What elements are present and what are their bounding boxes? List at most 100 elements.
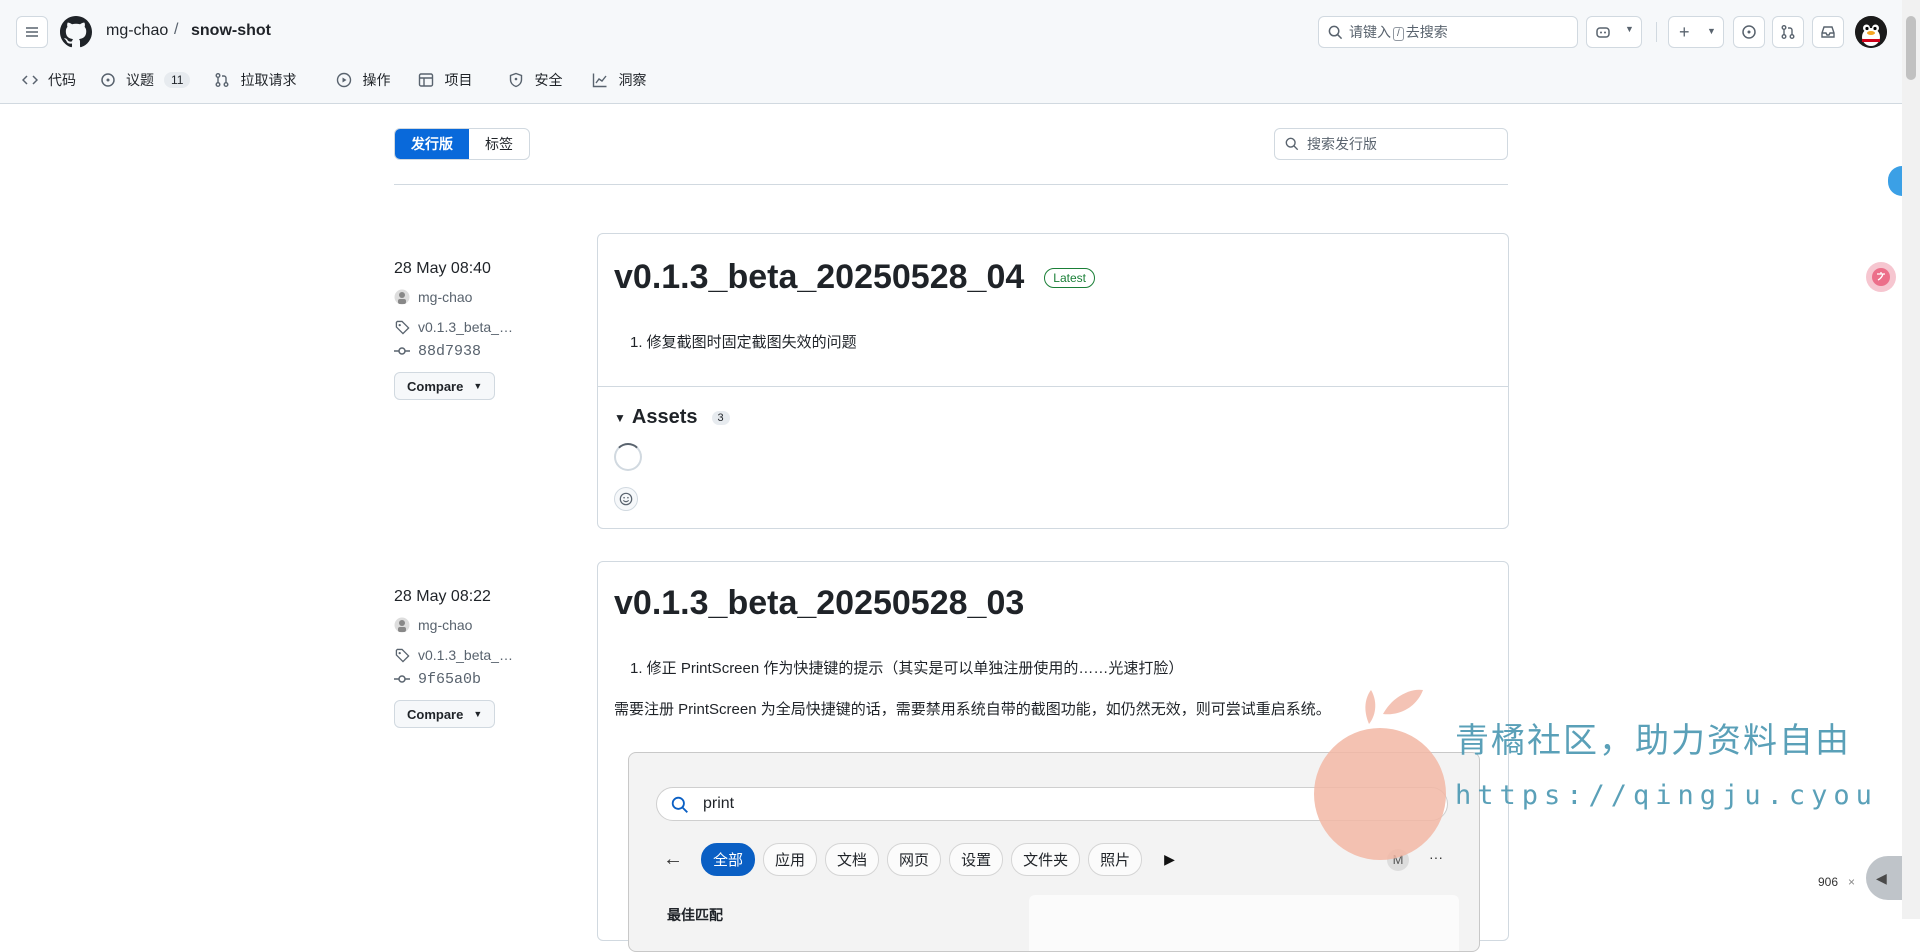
release-title[interactable]: v0.1.3_beta_20250528_03 bbox=[614, 584, 1492, 623]
triangle-down-icon: ▼ bbox=[614, 410, 626, 425]
watermark-url: https://qingju.cyou bbox=[1455, 780, 1878, 811]
inbox-button[interactable] bbox=[1812, 16, 1844, 48]
chip: 应用 bbox=[763, 843, 818, 876]
compare-button[interactable]: Compare ▼ bbox=[394, 700, 496, 728]
compare-label: Compare bbox=[407, 706, 464, 722]
issue-icon bbox=[100, 72, 116, 88]
copilot-button[interactable]: ▼ bbox=[1586, 16, 1642, 48]
create-new-button[interactable]: + ▼ bbox=[1668, 16, 1724, 48]
author-name: mg-chao bbox=[418, 289, 473, 305]
hamburger-icon bbox=[26, 27, 38, 37]
divider bbox=[394, 184, 1508, 185]
pull-request-icon bbox=[214, 72, 230, 88]
chevron-down-icon: ▼ bbox=[1707, 26, 1716, 36]
tab-actions-label: 操作 bbox=[362, 72, 391, 88]
release-tag[interactable]: v0.1.3_beta_… bbox=[394, 646, 513, 664]
card-divider bbox=[598, 386, 1508, 387]
pull-request-icon bbox=[1781, 25, 1795, 39]
search-suffix: 去搜索 bbox=[1405, 24, 1448, 40]
tab-issues[interactable]: 议题 11 bbox=[100, 70, 191, 90]
chevron-down-icon: ▼ bbox=[473, 709, 483, 719]
counter-value: 906 bbox=[1818, 875, 1839, 889]
release-date: 28 May 08:40 bbox=[394, 260, 491, 277]
add-reaction-button[interactable] bbox=[614, 487, 638, 511]
penguin-avatar-icon bbox=[1855, 16, 1887, 48]
tab-insights[interactable]: 洞察 bbox=[592, 70, 646, 90]
tab-security[interactable]: 安全 bbox=[508, 70, 562, 90]
global-search-input[interactable]: 请键入 / 去搜索 bbox=[1318, 16, 1578, 48]
release-title-text: v0.1.3_beta_20250528_04 bbox=[614, 258, 1025, 296]
repo-owner-link[interactable]: mg-chao bbox=[106, 22, 168, 40]
tag-icon bbox=[394, 320, 410, 335]
release-search-placeholder: 搜索发行版 bbox=[1307, 136, 1377, 152]
assets-toggle[interactable]: ▼ Assets 3 bbox=[614, 406, 730, 429]
release-commit[interactable]: 88d7938 bbox=[394, 342, 513, 360]
image-filter-chips: ← 全部 应用 文档 网页 设置 文件夹 照片 ▶ bbox=[663, 843, 1175, 876]
watermark-logo-icon bbox=[1314, 689, 1446, 860]
author-name: mg-chao bbox=[418, 617, 473, 633]
code-icon bbox=[22, 72, 38, 88]
play-icon: ▶ bbox=[1164, 851, 1175, 867]
shield-icon bbox=[508, 72, 524, 88]
tab-code[interactable]: 代码 bbox=[22, 70, 76, 90]
assets-count-badge: 3 bbox=[711, 410, 730, 425]
floating-sidebar-tab[interactable] bbox=[1888, 166, 1902, 196]
search-icon bbox=[1285, 137, 1299, 151]
tab-security-label: 安全 bbox=[534, 72, 563, 88]
global-header: mg-chao / snow-shot 请键入 / 去搜索 ▼ + ▼ 代码 议题 … bbox=[0, 0, 1902, 104]
release-search-input[interactable]: 搜索发行版 bbox=[1274, 128, 1508, 160]
close-icon[interactable]: × bbox=[1848, 875, 1855, 889]
search-shortcut-key: / bbox=[1393, 27, 1404, 41]
avatar bbox=[394, 289, 410, 305]
compare-button[interactable]: Compare ▼ bbox=[394, 372, 496, 400]
release-title-text: v0.1.3_beta_20250528_03 bbox=[614, 584, 1025, 622]
github-logo-icon[interactable] bbox=[60, 16, 92, 48]
release-title[interactable]: v0.1.3_beta_20250528_04 Latest bbox=[614, 258, 1492, 297]
tab-code-label: 代码 bbox=[48, 72, 76, 88]
release-author[interactable]: mg-chao bbox=[394, 616, 513, 634]
issue-icon bbox=[1742, 25, 1756, 39]
assets-label: Assets bbox=[631, 406, 698, 428]
tag-icon bbox=[394, 648, 410, 663]
menu-button[interactable] bbox=[16, 16, 48, 48]
search-prefix: 请键入 bbox=[1349, 24, 1391, 40]
tab-actions[interactable]: 操作 bbox=[336, 70, 390, 90]
release-author[interactable]: mg-chao bbox=[394, 288, 513, 306]
best-match-label: 最佳匹配 bbox=[667, 907, 723, 923]
chevron-down-icon[interactable]: ▼ bbox=[1625, 24, 1634, 34]
tab-projects[interactable]: 项目 bbox=[418, 70, 472, 90]
chip: 设置 bbox=[949, 843, 1004, 876]
chip: 照片 bbox=[1088, 843, 1143, 876]
tab-issues-label: 议题 bbox=[126, 72, 154, 88]
release-tag[interactable]: v0.1.3_beta_… bbox=[394, 318, 513, 336]
latest-badge: Latest bbox=[1044, 267, 1095, 288]
triangle-left-icon: ◀ bbox=[1876, 870, 1887, 886]
scroll-widget-button[interactable]: ◀ bbox=[1866, 856, 1906, 900]
commit-icon bbox=[394, 671, 410, 687]
translate-widget-button[interactable] bbox=[1866, 262, 1896, 292]
tab-tags[interactable]: 标签 bbox=[469, 129, 529, 159]
header-divider bbox=[1656, 22, 1657, 42]
counter-badge: 906 × bbox=[1812, 870, 1862, 894]
page-scrollbar[interactable] bbox=[1902, 0, 1920, 919]
tab-pull-requests[interactable]: 拉取请求 bbox=[214, 70, 296, 90]
issues-button[interactable] bbox=[1733, 16, 1765, 48]
releases-tags-toggle: 发行版 标签 bbox=[394, 128, 530, 160]
tab-pull-requests-label: 拉取请求 bbox=[240, 72, 297, 88]
tag-name: v0.1.3_beta_… bbox=[418, 647, 513, 663]
release-meta: 28 May 08:40 mg-chao v0.1.3_beta_… 88d79… bbox=[394, 260, 513, 400]
release-commit[interactable]: 9f65a0b bbox=[394, 670, 513, 688]
table-icon bbox=[418, 72, 434, 88]
plus-icon: + bbox=[1679, 21, 1690, 42]
commit-sha: 9f65a0b bbox=[418, 670, 482, 688]
inbox-icon bbox=[1821, 26, 1835, 38]
tab-releases[interactable]: 发行版 bbox=[395, 129, 469, 159]
translate-icon bbox=[1872, 268, 1890, 286]
user-avatar[interactable] bbox=[1855, 16, 1887, 48]
scrollbar-thumb[interactable] bbox=[1906, 16, 1916, 80]
pull-requests-button[interactable] bbox=[1772, 16, 1804, 48]
repo-name-link[interactable]: snow-shot bbox=[191, 22, 271, 40]
tab-projects-label: 项目 bbox=[444, 72, 473, 88]
copilot-icon bbox=[1596, 27, 1610, 38]
chip: 网页 bbox=[887, 843, 942, 876]
